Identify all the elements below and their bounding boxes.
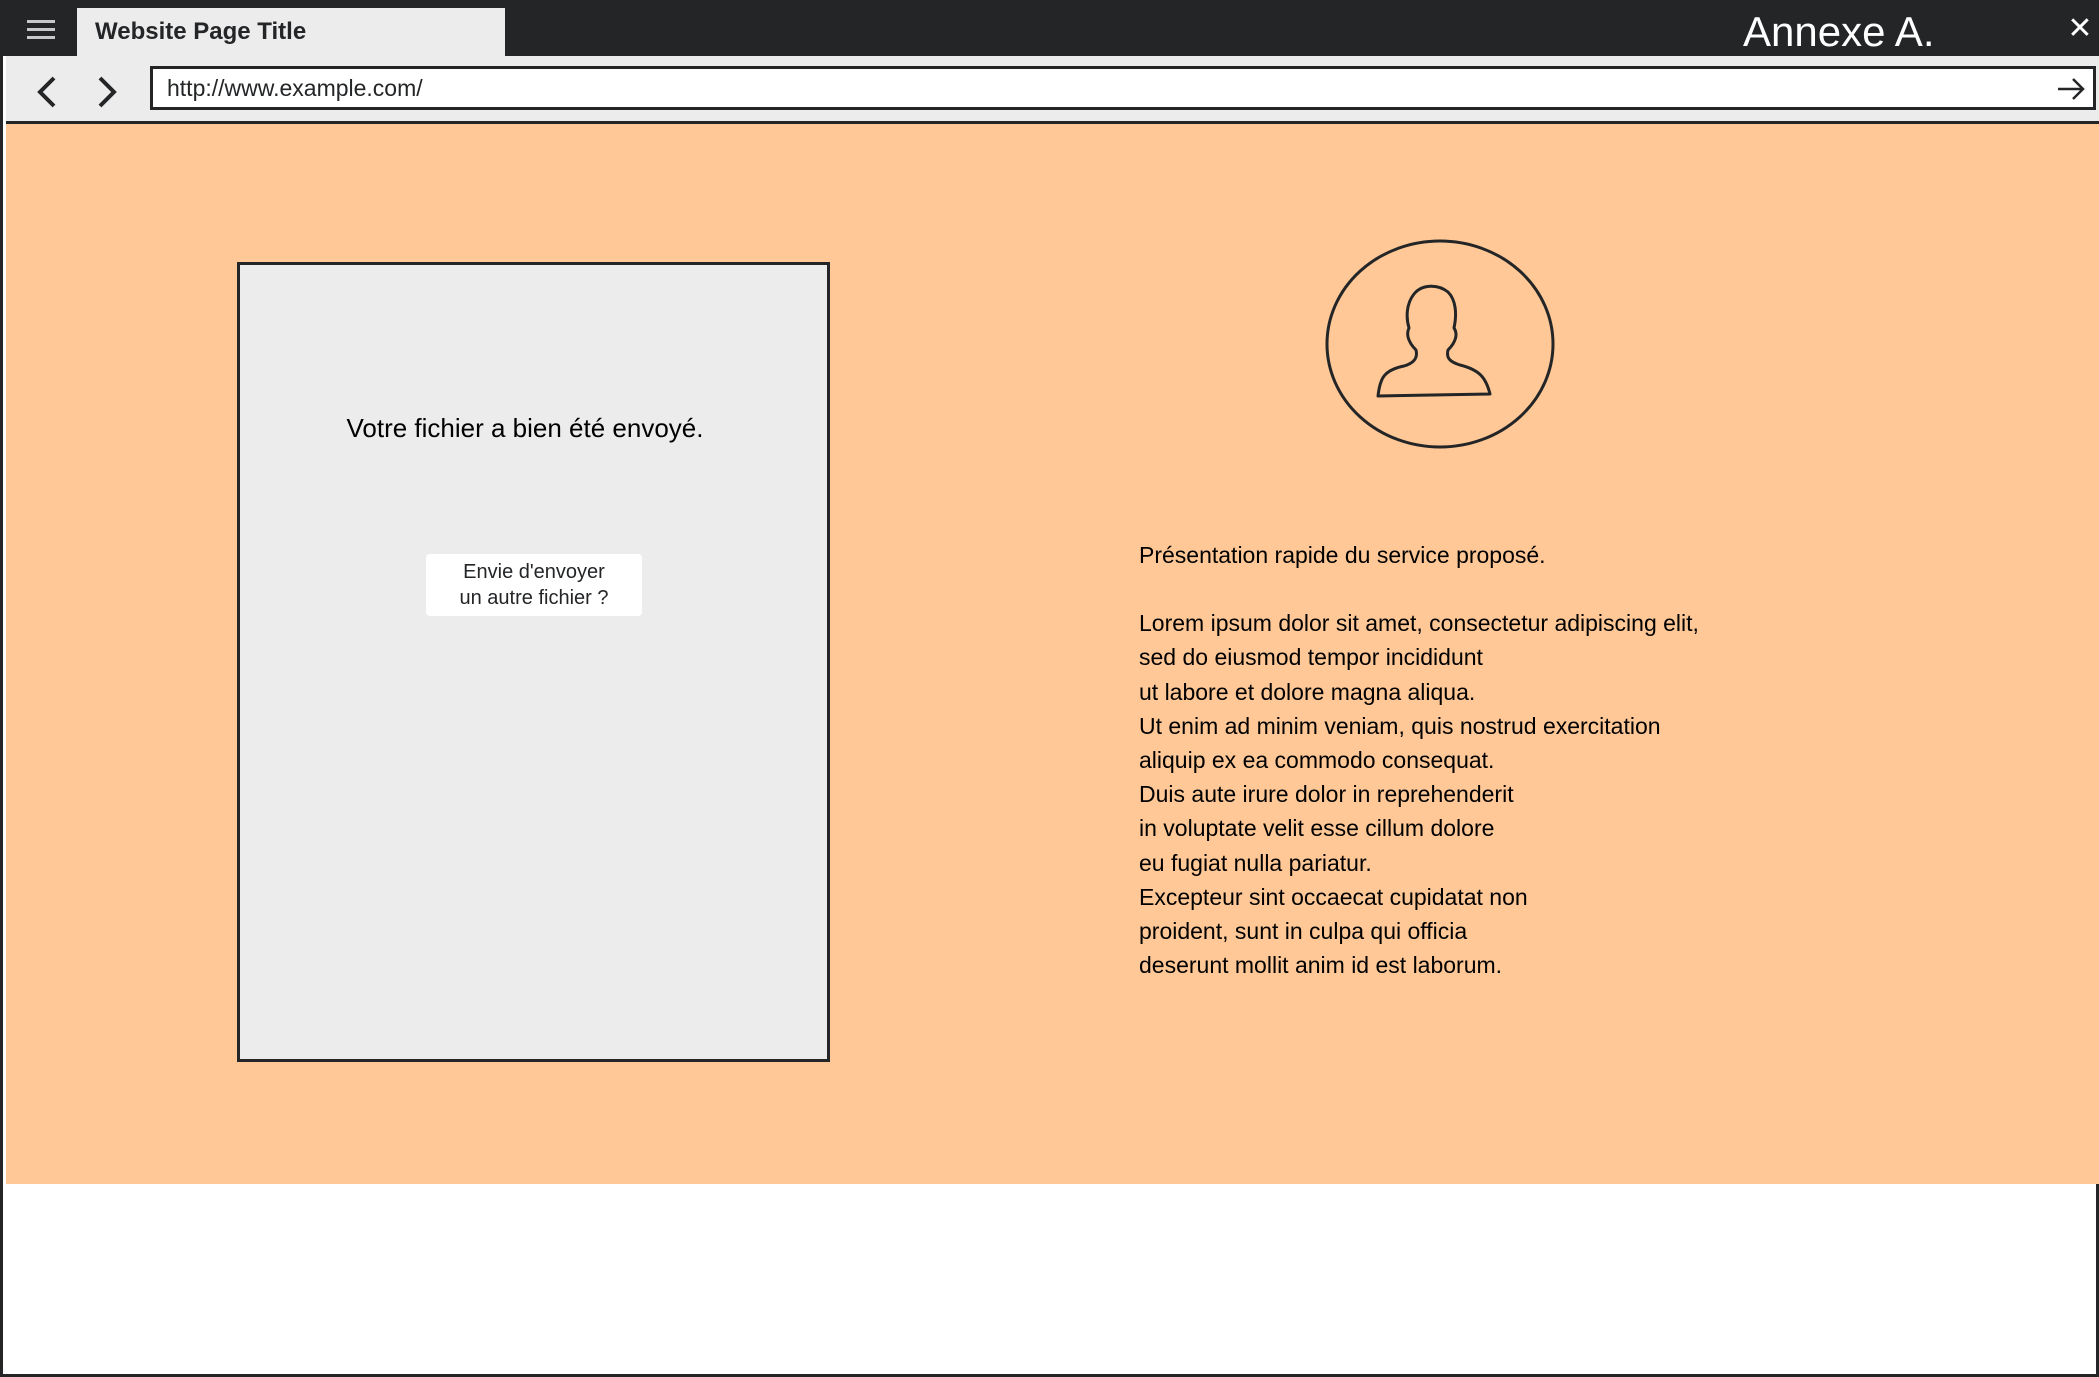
description-line: Duis aute irure dolor in reprehenderit: [1139, 781, 1514, 808]
annexe-heading: Annexe A.: [1743, 8, 1935, 55]
browser-window: Website Page Title Annexe A. ✕ http://ww…: [0, 0, 2099, 1377]
description-line: in voluptate velit esse cillum dolore: [1139, 815, 1495, 842]
description-line: proident, sunt in culpa qui officia: [1139, 918, 1468, 945]
service-intro: Présentation rapide du service proposé.: [1139, 542, 1546, 568]
send-another-file-label-line1: Envie d'envoyer: [463, 561, 605, 583]
description-line: Lorem ipsum dolor sit amet, consectetur …: [1139, 610, 1699, 637]
send-another-file-button[interactable]: Envie d'envoyer un autre fichier ?: [426, 554, 642, 616]
service-description: Présentation rapide du service proposé. …: [1139, 538, 2039, 982]
description-line: aliquip ex ea commodo consequat.: [1139, 747, 1495, 774]
forward-button[interactable]: [86, 72, 126, 112]
send-another-file-label-line2: un autre fichier ?: [459, 587, 609, 609]
description-line: ut labore et dolore magna aliqua.: [1139, 678, 1476, 705]
description-line: Ut enim ad minim veniam, quis nostrud ex…: [1139, 712, 1661, 739]
back-button[interactable]: [28, 72, 68, 112]
description-line: deserunt mollit anim id est laborum.: [1139, 952, 1503, 979]
description-line: sed do eiusmod tempor incididunt: [1139, 644, 1483, 671]
tab-title: Website Page Title: [95, 18, 307, 45]
title-bar: Website Page Title Annexe A. ✕: [3, 0, 2099, 56]
url-text: http://www.example.com/: [167, 75, 423, 101]
go-button[interactable]: [2055, 73, 2087, 105]
close-icon[interactable]: ✕: [2063, 12, 2097, 46]
upload-confirmation-card: Votre fichier a bien été envoyé. Envie d…: [237, 262, 830, 1062]
hamburger-menu-icon[interactable]: [13, 10, 69, 48]
description-line: eu fugiat nulla pariatur.: [1139, 849, 1372, 876]
tab-website-page-title[interactable]: Website Page Title: [77, 8, 505, 56]
arrow-right-icon: [2058, 78, 2085, 100]
description-line: Excepteur sint occaecat cupidatat non: [1139, 883, 1528, 910]
navigation-bar: http://www.example.com/: [6, 56, 2099, 124]
address-bar[interactable]: http://www.example.com/: [150, 66, 2096, 110]
page-content: Votre fichier a bien été envoyé. Envie d…: [6, 124, 2099, 1184]
upload-success-message: Votre fichier a bien été envoyé.: [346, 413, 704, 443]
chevron-right-icon: [98, 76, 117, 108]
chevron-left-icon: [37, 76, 56, 108]
user-avatar-icon: [1325, 239, 1555, 449]
